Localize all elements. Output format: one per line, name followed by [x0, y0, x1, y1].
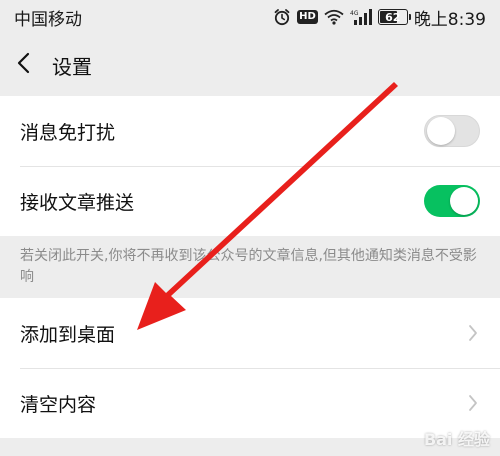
setting-label: 接收文章推送 — [20, 191, 135, 214]
svg-text:4G: 4G — [350, 10, 359, 17]
hint-text: 若关闭此开关,你将不再收到该公众号的文章信息,但其他通知类消息不受影响 — [20, 248, 477, 285]
carrier-name: 中国移动 — [14, 9, 82, 30]
wifi-icon — [324, 9, 344, 25]
setting-row-add-to-desktop[interactable]: 添加到桌面 — [0, 298, 500, 368]
battery-level: 62 — [385, 10, 401, 24]
setting-row-do-not-disturb: 消息免打扰 — [0, 96, 500, 166]
watermark: Bai 经验 — [423, 430, 490, 449]
receive-articles-toggle[interactable] — [424, 185, 480, 217]
setting-row-receive-articles: 接收文章推送 — [0, 166, 500, 236]
chevron-right-icon — [466, 392, 480, 414]
settings-screen: 中国移动 HD 4G 62 晚上8:39 设置 消息免打扰 接收文章推送 若关闭… — [0, 0, 500, 456]
settings-group-actions: 添加到桌面 清空内容 — [0, 298, 500, 438]
status-bar: 中国移动 HD 4G 62 晚上8:39 — [0, 0, 500, 34]
setting-label: 消息免打扰 — [20, 121, 116, 144]
chevron-left-icon — [16, 51, 32, 79]
status-icons: HD 4G 62 晚上8:39 — [273, 5, 486, 30]
back-button[interactable] — [16, 45, 42, 85]
clock: 晚上8:39 — [413, 9, 486, 30]
signal-4g-icon: 4G — [350, 9, 372, 25]
battery-icon: 62 — [377, 9, 411, 25]
alarm-icon — [273, 8, 291, 26]
setting-label: 添加到桌面 — [20, 323, 116, 346]
nav-bar: 设置 — [0, 34, 500, 96]
do-not-disturb-toggle[interactable] — [424, 115, 480, 147]
chevron-right-icon — [466, 322, 480, 344]
settings-group-toggles: 消息免打扰 接收文章推送 — [0, 96, 500, 236]
hd-icon: HD — [297, 10, 318, 24]
page-title: 设置 — [52, 54, 92, 79]
setting-label: 清空内容 — [20, 393, 97, 416]
